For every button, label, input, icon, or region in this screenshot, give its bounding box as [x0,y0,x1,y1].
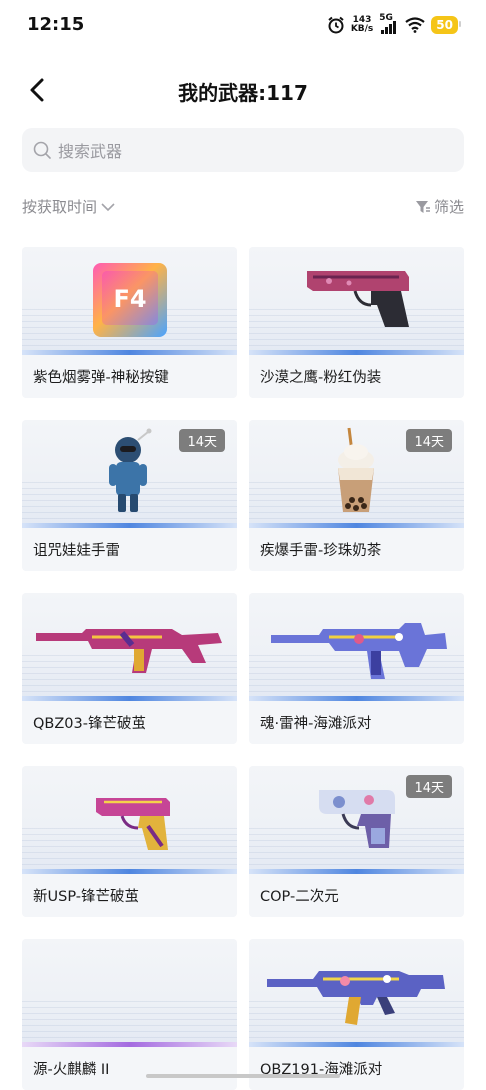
duration-badge: 14天 [406,775,452,798]
desert-eagle-pistol-icon [307,271,409,327]
weapon-name: COP-二次元 [260,889,339,905]
search-icon [33,141,51,159]
weapon-name: 疾爆手雷-珍珠奶茶 [260,543,382,559]
weapon-image-area [22,939,237,1047]
duration-badge: 14天 [406,429,452,452]
weapon-name: 源-火麒麟 II [33,1062,110,1078]
battery-indicator: 50 [431,16,461,34]
rarity-bar [22,869,237,874]
home-indicator[interactable] [146,1074,340,1078]
rarity-bar [22,696,237,701]
filter-label: 筛选 [433,198,464,216]
weapon-card[interactable]: QBZ191-海滩派对 [249,939,464,1090]
weapon-card[interactable]: 新USP-锋芒破茧 [22,766,237,917]
weapon-card[interactable]: QBZ03-锋芒破茧 [22,593,237,744]
weapon-card[interactable]: 14天 疾爆手雷-珍珠奶茶 [249,420,464,571]
cellular-signal-icon: 5G [379,13,399,34]
pistol-icon [96,798,170,850]
rarity-bar [22,523,237,528]
weapon-name: 紫色烟雾弹-神秘按键 [33,370,169,386]
weapon-name: QBZ03-锋芒破茧 [33,716,146,732]
weapon-name: 沙漠之鹰-粉红伪装 [260,370,382,386]
weapon-card[interactable]: 魂·雷神-海滩派对 [249,593,464,744]
svg-text:F4: F4 [113,285,146,313]
filter-icon [415,200,430,213]
page-title: 我的武器:117 [178,81,308,105]
weapon-card[interactable]: F4 紫色烟雾弹-神秘按键 [22,247,237,398]
filter-button[interactable]: 筛选 [415,196,464,217]
duration-badge: 14天 [179,429,225,452]
net-speed: 143 KB/s [350,15,374,34]
weapon-name: 新USP-锋芒破茧 [33,889,139,905]
rarity-bar [249,350,464,355]
status-icons: 143 KB/s 5G 50 [327,13,461,36]
rarity-bar [249,869,464,874]
rarity-bar [22,1042,237,1047]
rarity-bar [249,696,464,701]
weapon-card[interactable]: 沙漠之鹰-粉红伪装 [249,247,464,398]
sort-label: 按获取时间 [22,198,98,216]
rarity-bar [249,1042,464,1047]
weapon-name: 魂·雷神-海滩派对 [260,716,372,732]
weapon-card[interactable]: 14天 诅咒娃娃手雷 [22,420,237,571]
rifle-icon [267,971,445,1025]
status-bar: 12:15 143 KB/s 5G 50 [0,0,486,50]
search-bar[interactable] [22,128,464,174]
rarity-bar [22,350,237,355]
sort-dropdown[interactable]: 按获取时间 [22,196,116,217]
weapon-card[interactable]: 14天 COP-二次元 [249,766,464,917]
weapon-card[interactable]: 源-火麒麟 II [22,939,237,1090]
chevron-down-icon [101,202,115,211]
rifle-icon [36,629,222,673]
wifi-icon [405,17,425,33]
search-input[interactable] [56,128,440,174]
alarm-icon [328,16,344,34]
rarity-bar [249,523,464,528]
status-time: 12:15 [27,14,85,35]
page-header: 我的武器:117 [0,64,486,116]
f4-key-icon: F4 [93,263,167,337]
rifle-icon [271,623,447,679]
weapon-name: 诅咒娃娃手雷 [33,543,120,559]
